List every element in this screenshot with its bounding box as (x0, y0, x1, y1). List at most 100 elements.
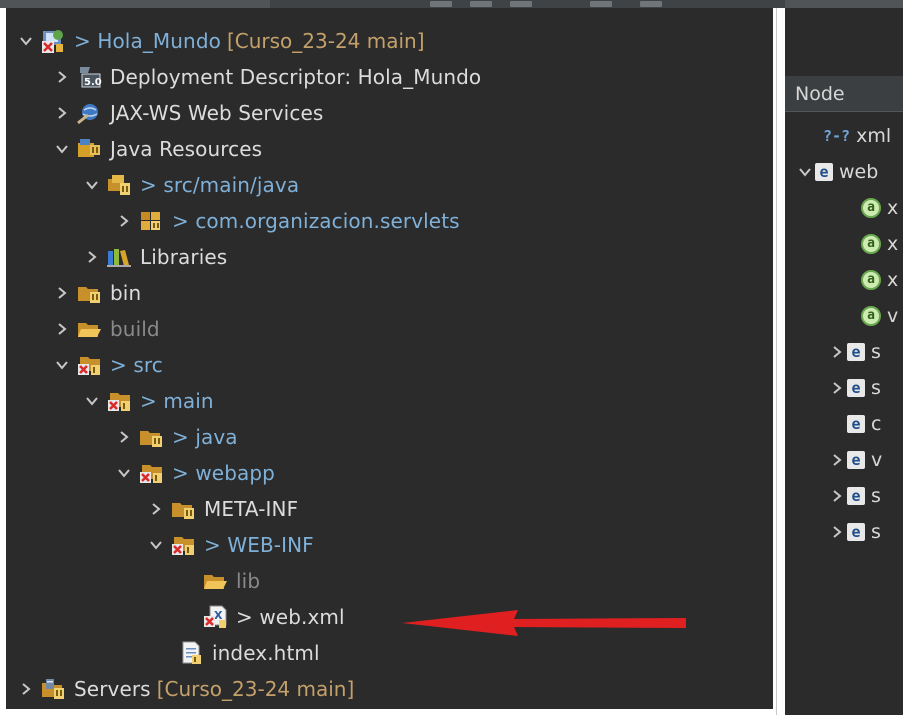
chevron-down-icon[interactable] (16, 31, 36, 51)
outline-label: v (871, 449, 883, 471)
libraries-icon (106, 245, 132, 269)
toolbar-button[interactable] (510, 1, 532, 7)
chevron-down-icon[interactable] (795, 165, 815, 179)
chevron-right-icon[interactable] (82, 247, 102, 267)
outline-row[interactable]: ?-? xml (823, 118, 891, 154)
element-icon: e (847, 487, 865, 505)
outline-view: Node ?-? xml e web a x a x a x a v e s e… (785, 8, 903, 715)
outline-row[interactable]: a x (861, 226, 898, 262)
tree-row-meta-inf[interactable]: META-INF (146, 492, 298, 526)
tree-label: Deployment Descriptor: Hola_Mundo (110, 65, 482, 89)
outline-row[interactable]: a v (861, 298, 898, 334)
chevron-right-icon[interactable] (114, 427, 134, 447)
toolbar-button[interactable] (470, 1, 492, 7)
tree-row-web-xml[interactable]: X > web.xml (178, 600, 345, 634)
chevron-right-icon[interactable] (52, 319, 72, 339)
tree-row-web-inf[interactable]: > WEB-INF (146, 528, 314, 562)
chevron-down-icon[interactable] (82, 391, 102, 411)
git-decoration: [Curso_23-24 main] (226, 29, 425, 53)
view-menu-button[interactable] (590, 1, 612, 7)
outline-label: s (871, 341, 881, 363)
tree-label: index.html (212, 641, 320, 665)
tree-label: > Hola_Mundo (74, 29, 221, 53)
element-icon: e (847, 523, 865, 541)
chevron-right-icon[interactable] (827, 525, 847, 539)
chevron-right-icon[interactable] (146, 499, 166, 519)
java-resources-icon (76, 137, 102, 161)
chevron-right-icon[interactable] (16, 679, 36, 699)
tree-row-servers[interactable]: Servers [Curso_23-24 main] (16, 672, 354, 706)
chevron-right-icon[interactable] (52, 103, 72, 123)
tree-row-main[interactable]: > main (82, 384, 214, 418)
web-services-icon (76, 101, 102, 125)
tree-label: JAX-WS Web Services (110, 101, 324, 125)
chevron-right-icon[interactable] (52, 283, 72, 303)
tree-row-src-main-java[interactable]: > src/main/java (82, 168, 299, 202)
toolbar-button[interactable] (430, 1, 452, 7)
chevron-down-icon[interactable] (52, 139, 72, 159)
element-icon: e (847, 379, 865, 397)
chevron-down-icon[interactable] (52, 355, 72, 375)
tree-row-webapp[interactable]: > webapp (114, 456, 275, 490)
outline-tab[interactable] (785, 0, 903, 8)
view-sash[interactable] (773, 8, 785, 715)
chevron-right-icon[interactable] (827, 345, 847, 359)
chevron-right-icon[interactable] (52, 67, 72, 87)
deployment-descriptor-icon: 5.0 (76, 65, 102, 89)
attribute-icon: a (861, 306, 881, 326)
tree-label: > main (140, 389, 214, 413)
chevron-right-icon[interactable] (827, 489, 847, 503)
outline-row[interactable]: e web (795, 154, 878, 190)
chevron-down-icon[interactable] (146, 535, 166, 555)
folder-open-icon (202, 569, 228, 593)
outline-label: x (887, 269, 899, 291)
project-explorer-tree: > Hola_Mundo [Curso_23-24 main] 5.0 Depl… (6, 8, 773, 709)
outline-row[interactable]: a x (861, 190, 898, 226)
tree-row-jax-ws[interactable]: JAX-WS Web Services (52, 96, 323, 130)
tree-row-hola-mundo[interactable]: > Hola_Mundo [Curso_23-24 main] (16, 24, 425, 58)
project-explorer-tab[interactable] (0, 0, 270, 8)
processing-instruction-icon: ?-? (823, 127, 851, 145)
tree-label: > java (172, 425, 238, 449)
tree-row-java-resources[interactable]: Java Resources (52, 132, 262, 166)
outline-row[interactable]: e v (827, 442, 882, 478)
tree-row-java[interactable]: > java (114, 420, 238, 454)
servers-folder-icon (40, 677, 66, 701)
folder-icon (138, 425, 164, 449)
tree-row-libraries[interactable]: Libraries (82, 240, 227, 274)
xml-file-error-icon: X (202, 605, 228, 629)
outline-row[interactable]: e s (827, 514, 881, 550)
outline-row[interactable]: a x (861, 262, 898, 298)
screenshot-frame: > Hola_Mundo [Curso_23-24 main] 5.0 Depl… (0, 0, 903, 715)
chevron-down-icon[interactable] (82, 175, 102, 195)
chevron-right-icon[interactable] (827, 381, 847, 395)
tree-row-build[interactable]: build (52, 312, 160, 346)
tree-row-index-html[interactable]: index.html (154, 636, 320, 670)
tree-row-package[interactable]: > com.organizacion.servlets (114, 204, 460, 238)
attribute-icon: a (861, 234, 881, 254)
chevron-right-icon[interactable] (114, 211, 134, 231)
element-icon: e (847, 415, 865, 433)
tree-row-src[interactable]: > src (52, 348, 163, 382)
tree-label: Libraries (140, 245, 228, 269)
outline-label: s (871, 485, 881, 507)
outline-row[interactable]: e c (847, 406, 881, 442)
outline-row[interactable]: e s (827, 478, 881, 514)
attribute-icon: a (861, 270, 881, 290)
chevron-right-icon[interactable] (827, 453, 847, 467)
tree-row-deployment-descriptor[interactable]: 5.0 Deployment Descriptor: Hola_Mundo (52, 60, 481, 94)
minimize-button[interactable] (640, 1, 662, 7)
view-toolbar-strip (0, 0, 903, 8)
chevron-down-icon[interactable] (114, 463, 134, 483)
git-decoration: [Curso_23-24 main] (156, 677, 355, 701)
folder-error-icon (138, 461, 164, 485)
tree-label: > webapp (172, 461, 275, 485)
tree-row-lib[interactable]: lib (178, 564, 260, 598)
outline-column-header[interactable]: Node (785, 76, 903, 112)
outline-row[interactable]: e s (827, 334, 881, 370)
outline-label: s (871, 521, 881, 543)
outline-row[interactable]: e s (827, 370, 881, 406)
tree-row-bin[interactable]: bin (52, 276, 141, 310)
